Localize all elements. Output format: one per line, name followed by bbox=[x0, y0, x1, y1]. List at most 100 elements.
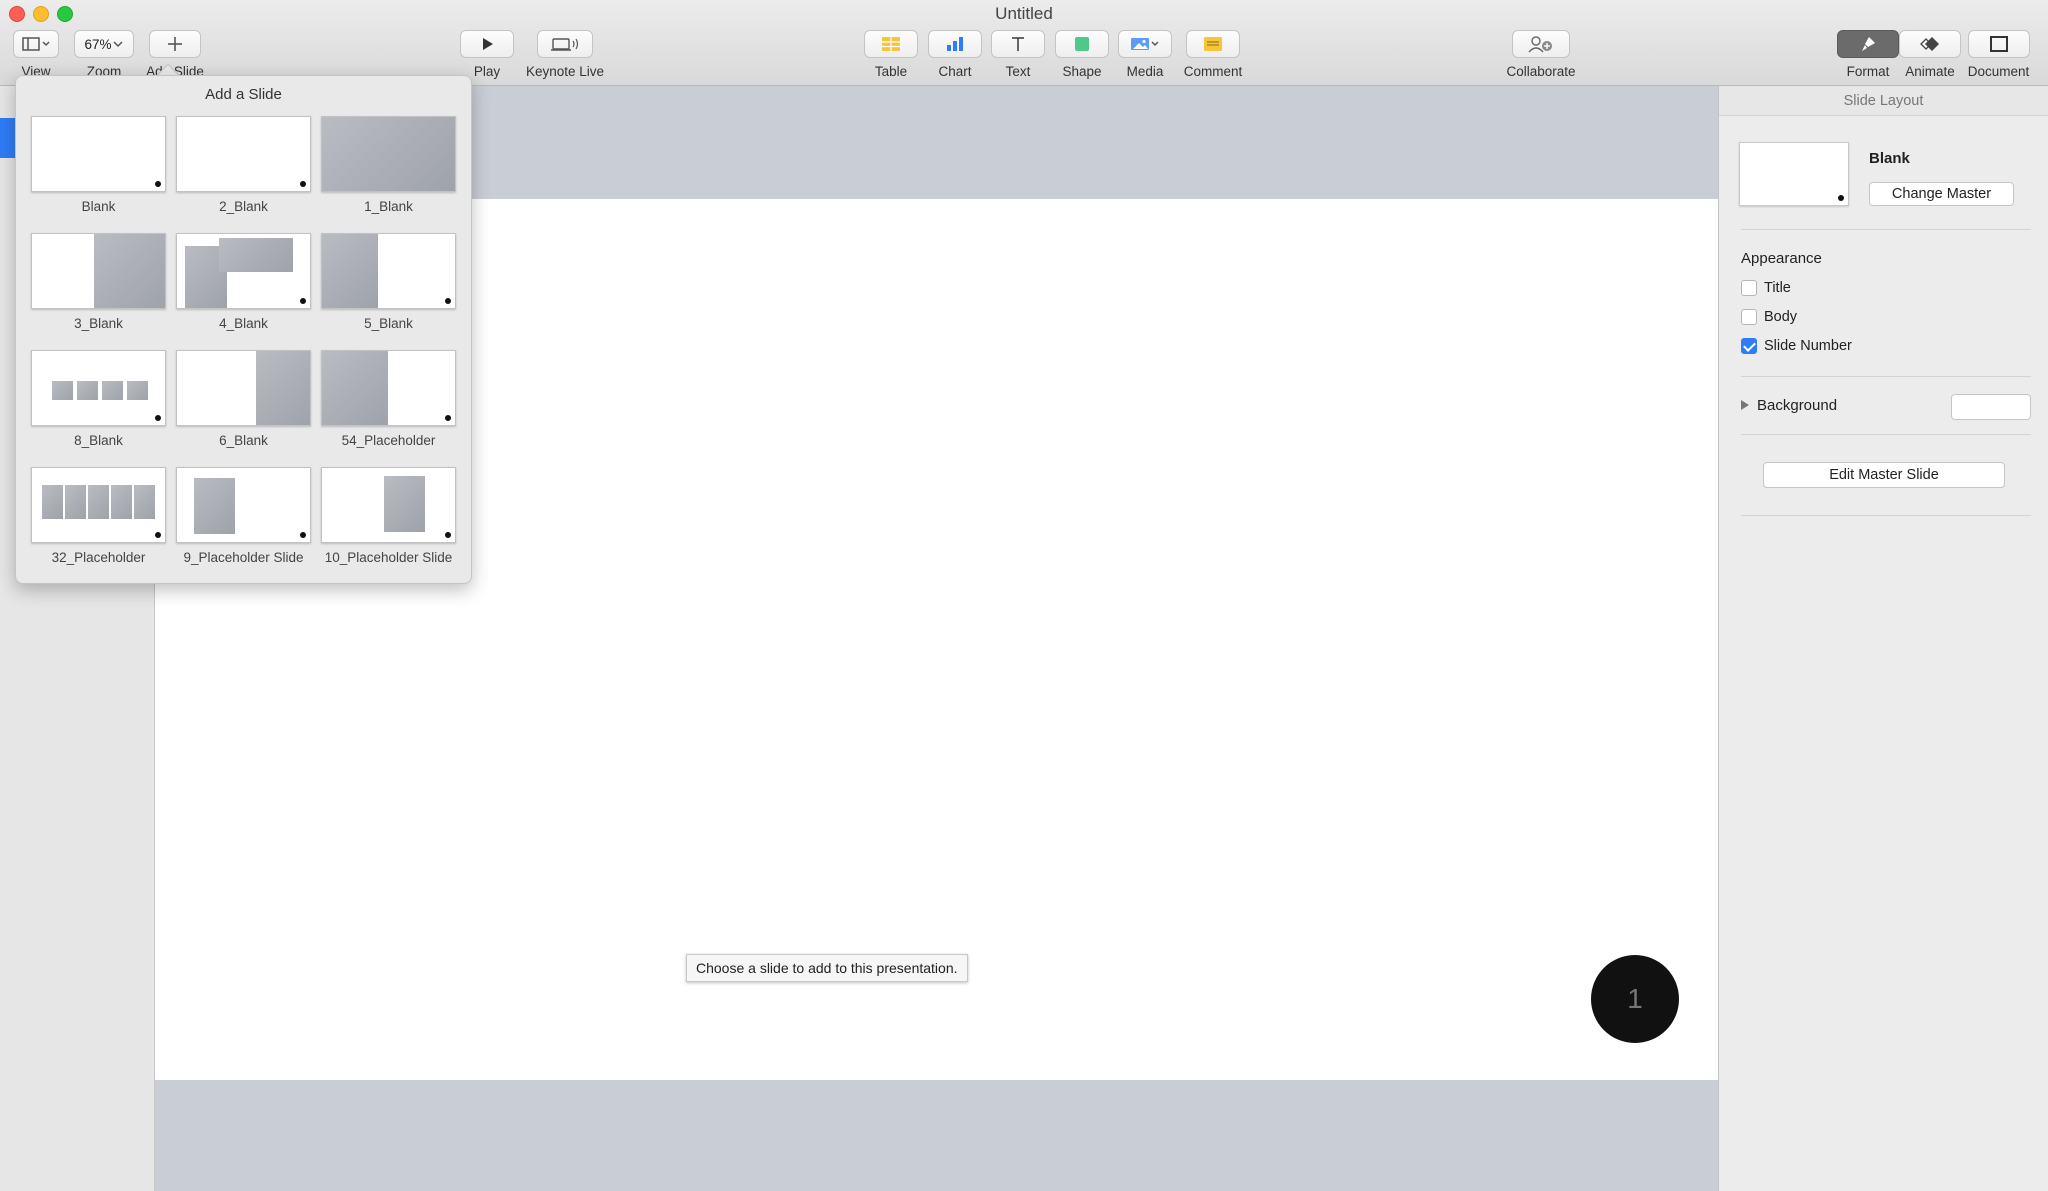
chart-control[interactable]: Chart bbox=[927, 30, 983, 79]
layout-label: 4_Blank bbox=[219, 316, 268, 331]
layout-thumbnail[interactable] bbox=[176, 350, 311, 426]
chevron-down-icon bbox=[112, 41, 123, 48]
layout-label: 2_Blank bbox=[219, 199, 268, 214]
animate-diamond-icon bbox=[1920, 37, 1939, 51]
image-placeholder bbox=[65, 485, 86, 519]
window-title: Untitled bbox=[995, 4, 1053, 23]
slide-number-checkbox-label: Slide Number bbox=[1764, 338, 1852, 354]
text-label: Text bbox=[1005, 64, 1031, 79]
layout-thumbnail[interactable] bbox=[31, 350, 166, 426]
format-control[interactable]: Format bbox=[1837, 30, 1899, 79]
slide-number-checkbox[interactable] bbox=[1741, 338, 1757, 354]
view-control[interactable]: View bbox=[10, 30, 62, 79]
image-placeholder bbox=[322, 117, 455, 191]
layout-1-blank[interactable]: 1_Blank bbox=[321, 116, 456, 215]
layout-label: 1_Blank bbox=[364, 199, 413, 214]
layout-4-blank[interactable]: 4_Blank bbox=[176, 233, 311, 332]
layout-2-blank[interactable]: 2_Blank bbox=[176, 116, 311, 215]
collaborate-control[interactable]: Collaborate bbox=[1500, 30, 1582, 79]
master-thumbnail[interactable] bbox=[1739, 142, 1849, 206]
layout-thumbnail[interactable] bbox=[176, 116, 311, 192]
document-control[interactable]: Document bbox=[1961, 30, 2036, 79]
appearance-title: Appearance bbox=[1741, 250, 1822, 267]
layout-thumbnail[interactable] bbox=[321, 467, 456, 543]
format-brush-icon bbox=[1862, 37, 1875, 51]
layout-blank[interactable]: Blank bbox=[31, 116, 166, 215]
text-icon bbox=[1012, 37, 1024, 51]
slide-number-checkbox-row[interactable]: Slide Number bbox=[1741, 338, 1852, 354]
shape-control[interactable]: Shape bbox=[1054, 30, 1110, 79]
layout-thumbnail[interactable] bbox=[321, 233, 456, 309]
layout-thumbnail[interactable] bbox=[321, 116, 456, 192]
play-icon bbox=[483, 38, 493, 50]
layout-thumbnail[interactable] bbox=[176, 233, 311, 309]
popover-title: Add a Slide bbox=[205, 86, 282, 103]
view-icon bbox=[22, 37, 50, 51]
slide-number-dot bbox=[300, 298, 306, 304]
zoom-value: 67% bbox=[84, 36, 112, 52]
layout-54-placeholder[interactable]: 54_Placeholder bbox=[321, 350, 456, 449]
background-row: Background bbox=[1741, 394, 2031, 420]
layout-thumbnail[interactable] bbox=[31, 233, 166, 309]
layout-label: 54_Placeholder bbox=[341, 433, 436, 448]
slide-number-dot bbox=[1838, 195, 1844, 201]
layout-label: 6_Blank bbox=[219, 433, 268, 448]
background-color-well[interactable] bbox=[1951, 394, 2031, 420]
layout-6-blank[interactable]: 6_Blank bbox=[176, 350, 311, 449]
shape-label: Shape bbox=[1062, 64, 1102, 79]
image-placeholder bbox=[256, 351, 310, 425]
image-placeholder bbox=[94, 234, 165, 308]
layout-8-blank[interactable]: 8_Blank bbox=[31, 350, 166, 449]
layout-32-placeholder[interactable]: 32_Placeholder bbox=[31, 467, 166, 566]
layout-thumbnail[interactable] bbox=[31, 116, 166, 192]
keynote-live-label: Keynote Live bbox=[525, 64, 605, 79]
text-control[interactable]: Text bbox=[991, 30, 1045, 79]
edit-master-slide-button[interactable]: Edit Master Slide bbox=[1763, 462, 2005, 488]
layout-label: 5_Blank bbox=[364, 316, 413, 331]
layout-5-blank[interactable]: 5_Blank bbox=[321, 233, 456, 332]
title-checkbox-row[interactable]: Title bbox=[1741, 280, 1791, 296]
image-placeholder bbox=[134, 485, 155, 519]
layout-thumbnail[interactable] bbox=[321, 350, 456, 426]
add-slide-popover: Add a Slide Blank 2_Blank 1_Blank 3_Blan… bbox=[15, 75, 472, 584]
media-control[interactable]: Media bbox=[1117, 30, 1173, 79]
play-control[interactable]: Play bbox=[458, 30, 516, 79]
image-placeholder bbox=[127, 381, 148, 400]
background-label: Background bbox=[1757, 397, 1838, 414]
tooltip: Choose a slide to add to this presentati… bbox=[686, 954, 968, 982]
slide-number-dot bbox=[445, 415, 451, 421]
disclosure-triangle-icon[interactable] bbox=[1741, 400, 1749, 410]
layout-10-placeholder-slide[interactable]: 10_Placeholder Slide bbox=[321, 467, 456, 566]
image-placeholder bbox=[111, 485, 132, 519]
layout-label: 32_Placeholder bbox=[51, 550, 146, 565]
change-master-button[interactable]: Change Master bbox=[1869, 182, 2014, 206]
layout-thumbnail[interactable] bbox=[31, 467, 166, 543]
keynote-live-icon bbox=[551, 38, 579, 51]
collaborate-icon bbox=[1528, 36, 1552, 53]
body-checkbox-row[interactable]: Body bbox=[1741, 309, 1797, 325]
layout-3-blank[interactable]: 3_Blank bbox=[31, 233, 166, 332]
table-icon bbox=[882, 37, 900, 51]
body-checkbox[interactable] bbox=[1741, 309, 1757, 325]
master-name: Blank bbox=[1869, 150, 1910, 167]
image-placeholder bbox=[194, 478, 235, 534]
layout-thumbnail[interactable] bbox=[176, 467, 311, 543]
table-control[interactable]: Table bbox=[863, 30, 919, 79]
comment-control[interactable]: Comment bbox=[1180, 30, 1246, 79]
layout-9-placeholder-slide[interactable]: 9_Placeholder Slide bbox=[176, 467, 311, 566]
layout-label: 3_Blank bbox=[74, 316, 123, 331]
zoom-control[interactable]: 67% Zoom bbox=[72, 30, 136, 79]
title-checkbox-label: Title bbox=[1764, 280, 1791, 296]
divider bbox=[1741, 229, 2031, 230]
collaborate-label: Collaborate bbox=[1506, 64, 1576, 79]
document-label: Document bbox=[1967, 64, 2030, 79]
title-checkbox[interactable] bbox=[1741, 280, 1757, 296]
slide-number-dot bbox=[445, 532, 451, 538]
keynote-live-control[interactable]: Keynote Live bbox=[522, 30, 608, 79]
selected-slide-indicator[interactable] bbox=[0, 118, 16, 158]
divider bbox=[1741, 515, 2031, 516]
body-checkbox-label: Body bbox=[1764, 309, 1798, 325]
animate-control[interactable]: Animate bbox=[1899, 30, 1961, 79]
layout-label: 9_Placeholder Slide bbox=[183, 550, 304, 565]
plus-icon bbox=[168, 37, 182, 51]
